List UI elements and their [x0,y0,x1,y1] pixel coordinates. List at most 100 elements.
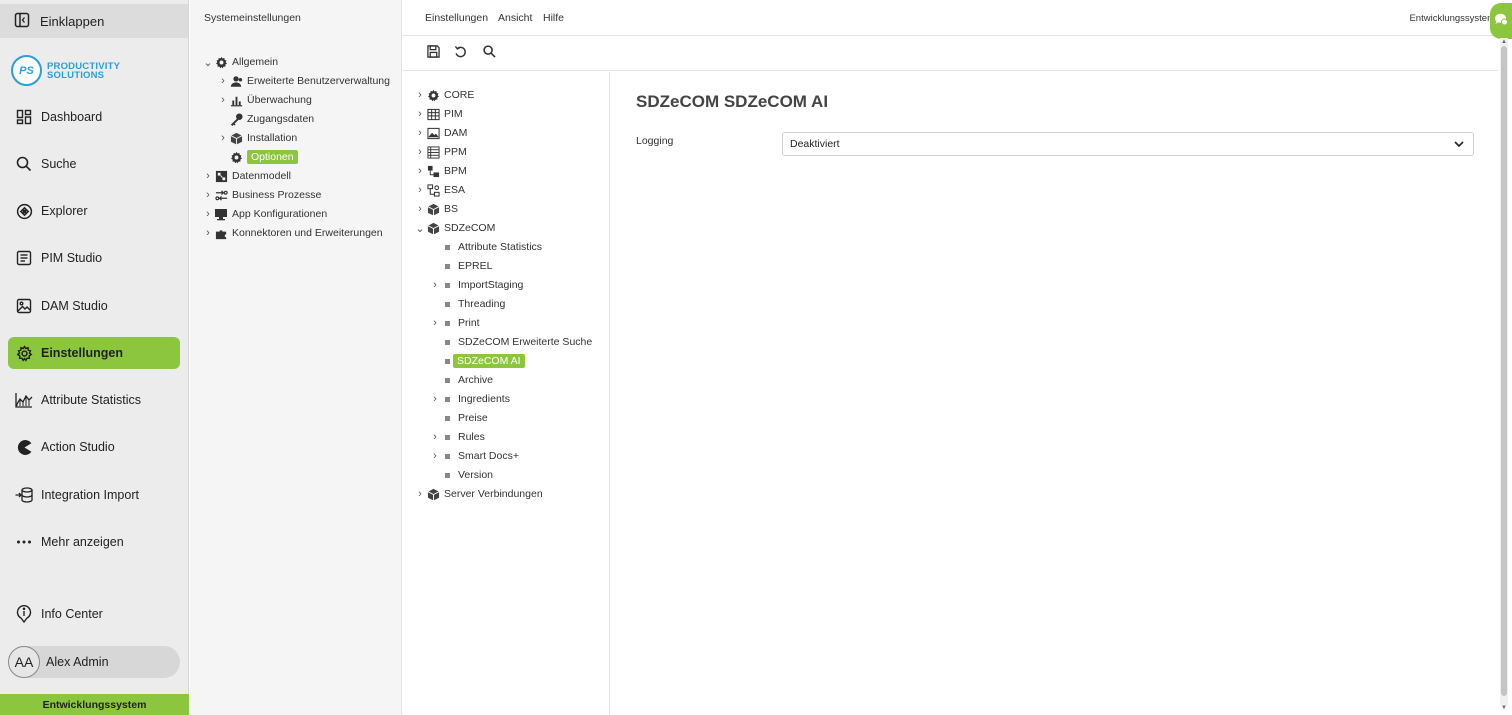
chevron-right-icon[interactable]: › [202,170,214,182]
nav-label: Einstellungen [41,346,123,360]
tree-node-sdzecom[interactable]: ⌄ SDZeCOM [414,219,495,237]
tree-node-importstaging[interactable]: › ImportStaging [429,276,523,294]
tree-node-benutzerverwaltung[interactable]: › Erweiterte Benutzerverwaltung [217,72,390,90]
tree-node-threading[interactable]: Threading [429,295,505,313]
tree-node-esa[interactable]: › ESA [414,181,465,199]
tree-node-eprel[interactable]: EPREL [429,257,492,275]
tree-label: BPM [444,165,467,177]
nav-dam-studio[interactable]: DAM Studio [8,290,180,322]
tree-node-rules[interactable]: › Rules [429,428,485,446]
tree-label: SDZeCOM Erweiterte Suche [458,336,593,348]
tree-node-bpm[interactable]: › BPM [414,162,467,180]
undo-button[interactable] [452,45,468,62]
chevron-right-icon[interactable]: › [414,89,426,101]
environment-badge: Entwicklungssystem [0,694,189,715]
nav-info-center[interactable]: Info Center [8,598,180,630]
esa-icon [426,183,440,197]
search-icon [482,45,496,63]
vertical-scrollbar[interactable] [1500,38,1508,706]
chevron-right-icon[interactable]: › [217,94,229,106]
tree-node-datenmodell[interactable]: › Datenmodell [202,167,291,185]
chevron-right-icon[interactable]: › [414,146,426,158]
nav-attribute-statistics[interactable]: Attribute Statistics [8,384,180,416]
scroll-up-icon[interactable]: ▲ [1501,39,1507,45]
detail-panel: SDZeCOM SDZeCOM AI Logging Deaktiviert [611,72,1497,715]
search-button[interactable] [481,45,497,63]
tree-node-print[interactable]: › Print [429,314,480,332]
nav-label: Dashboard [41,110,103,124]
user-menu[interactable]: AA Alex Admin [8,646,180,678]
nav-explorer[interactable]: Explorer [8,195,180,227]
tree-node-pim[interactable]: › PIM [414,105,463,123]
menu-hilfe[interactable]: Hilfe [543,12,564,24]
tree-node-sdzecom-ai[interactable]: SDZeCOM AI [429,352,525,370]
tree-node-dam[interactable]: › DAM [414,124,467,142]
settings-tree-panel: Systemeinstellungen ⌄ Allgemein › Erweit… [190,0,402,715]
chevron-right-icon[interactable]: › [217,132,229,144]
bullet-icon [445,301,450,307]
chevron-right-icon[interactable]: › [202,227,214,239]
chevron-right-icon[interactable]: › [414,165,426,177]
tree-node-ingredients[interactable]: › Ingredients [429,390,510,408]
chevron-right-icon[interactable]: › [429,279,441,291]
chevron-right-icon[interactable]: › [429,317,441,329]
chevron-right-icon[interactable]: › [202,189,214,201]
tree-label-selected: SDZeCOM AI [453,354,525,368]
bullet-icon [445,320,450,326]
tree-node-core[interactable]: › CORE [414,86,474,104]
nav-label: Action Studio [41,440,115,454]
tree-node-preise[interactable]: Preise [429,409,488,427]
menu-einstellungen[interactable]: Einstellungen [425,12,488,24]
tree-node-server-verbindungen[interactable]: › Server Verbindungen [414,485,543,503]
chat-button[interactable] [1490,3,1512,39]
tree-node-version[interactable]: Version [429,466,493,484]
package-icon [426,487,440,501]
tree-node-zugangsdaten[interactable]: Zugangsdaten [229,110,314,128]
chevron-right-icon[interactable]: › [202,208,214,220]
chevron-right-icon[interactable]: › [429,431,441,443]
tree-node-archive[interactable]: Archive [429,371,493,389]
bpm-icon [426,164,440,178]
tree-node-optionen[interactable]: Optionen [229,148,298,166]
tree-node-smart-docs[interactable]: › Smart Docs+ [429,447,519,465]
tree-node-app-konfigurationen[interactable]: › App Konfigurationen [202,205,327,223]
nav-action-studio[interactable]: Action Studio [8,431,180,463]
tree-node-bs[interactable]: › BS [414,200,458,218]
avatar: AA [8,646,40,678]
nav-dashboard[interactable]: Dashboard [8,101,180,133]
collapse-button[interactable]: Einklappen [0,4,188,38]
tree-node-allgemein[interactable]: ⌄ Allgemein [202,53,278,71]
nav-suche[interactable]: Suche [8,148,180,180]
chevron-right-icon[interactable]: › [429,393,441,405]
tree-label: Smart Docs+ [458,450,519,462]
nav-mehr-anzeigen[interactable]: Mehr anzeigen [8,526,180,558]
logging-select[interactable]: Deaktiviert [782,132,1474,156]
nav-integration-import[interactable]: Integration Import [8,479,180,511]
scrollbar-thumb[interactable] [1501,46,1507,696]
tree-node-ueberwachung[interactable]: › Überwachung [217,91,312,109]
tree-label: Server Verbindungen [444,488,543,500]
chevron-right-icon[interactable]: › [414,203,426,215]
menu-ansicht[interactable]: Ansicht [498,12,532,24]
save-button[interactable] [425,45,441,62]
tree-node-ppm[interactable]: › PPM [414,143,467,161]
chevron-right-icon[interactable]: › [414,184,426,196]
nav-einstellungen[interactable]: Einstellungen [8,337,180,369]
bar-chart-icon [229,93,243,107]
chevron-right-icon[interactable]: › [414,108,426,120]
tree-node-konnektoren[interactable]: › Konnektoren und Erweiterungen [202,224,382,242]
chevron-down-icon[interactable]: ⌄ [414,222,426,235]
tree-label: Print [458,317,480,329]
tree-node-attribute-statistics[interactable]: Attribute Statistics [429,238,542,256]
image-icon [15,297,33,315]
scroll-down-icon[interactable]: ▼ [1501,705,1507,711]
tree-node-installation[interactable]: › Installation [217,129,297,147]
tree-node-erweiterte-suche[interactable]: SDZeCOM Erweiterte Suche [429,333,592,351]
tree-node-business-prozesse[interactable]: › Business Prozesse [202,186,321,204]
chevron-right-icon[interactable]: › [429,450,441,462]
chevron-right-icon[interactable]: › [414,488,426,500]
nav-pim-studio[interactable]: PIM Studio [8,242,180,274]
chevron-right-icon[interactable]: › [414,127,426,139]
chevron-down-icon[interactable]: ⌄ [202,56,214,69]
chevron-right-icon[interactable]: › [217,75,229,87]
